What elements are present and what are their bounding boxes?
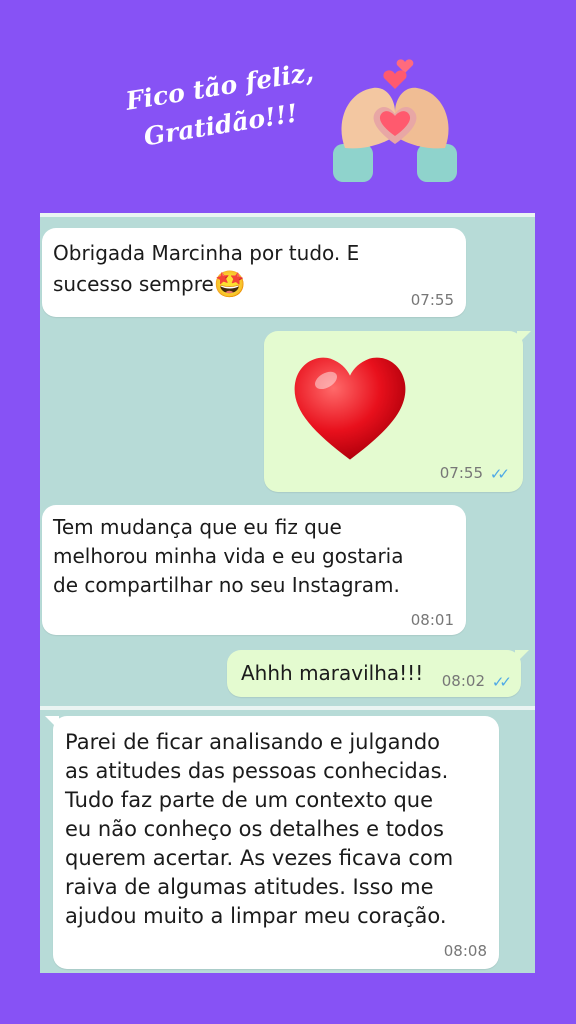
- message-outgoing: Ahhh maravilha!!! 08:02 ✓✓: [227, 650, 529, 697]
- bubble-tail: [45, 716, 59, 730]
- bubble-tail: [515, 650, 529, 664]
- bubble-tail: [517, 331, 531, 345]
- message-time: 07:55: [439, 464, 483, 482]
- message-time: 08:02: [441, 672, 485, 690]
- message-incoming: Parei de ficar analisando e julgando as …: [45, 716, 499, 969]
- double-check-read-icon: ✓✓: [489, 465, 510, 483]
- chat-divider-strip: [40, 706, 535, 710]
- message-text-content: Obrigada Marcinha por tudo. E sucesso se…: [53, 241, 360, 296]
- heart-hands-icon: [333, 59, 457, 182]
- chat-screenshot: Obrigada Marcinha por tudo. E sucesso se…: [40, 213, 535, 973]
- message-incoming: Obrigada Marcinha por tudo. E sucesso se…: [42, 228, 466, 317]
- message-incoming: Tem mudança que eu fiz que melhorou minh…: [42, 505, 466, 635]
- message-time: 08:08: [443, 942, 487, 960]
- message-text: Parei de ficar analisando e julgando as …: [65, 730, 454, 928]
- star-struck-emoji-icon: 🤩: [213, 270, 247, 300]
- double-check-read-icon: ✓✓: [491, 673, 512, 691]
- message-time: 07:55: [410, 291, 454, 309]
- message-text: Tem mudança que eu fiz que melhorou minh…: [53, 515, 404, 597]
- message-time: 08:01: [410, 611, 454, 629]
- message-outgoing: 07:55 ✓✓: [264, 331, 531, 492]
- chat-top-strip: [40, 213, 535, 217]
- red-heart-emoji-icon: [294, 357, 406, 460]
- message-text: Obrigada Marcinha por tudo. E sucesso se…: [53, 238, 359, 301]
- message-text: Ahhh maravilha!!!: [241, 661, 424, 685]
- caption: Fico tão feliz, Gratidão!!!: [118, 53, 327, 159]
